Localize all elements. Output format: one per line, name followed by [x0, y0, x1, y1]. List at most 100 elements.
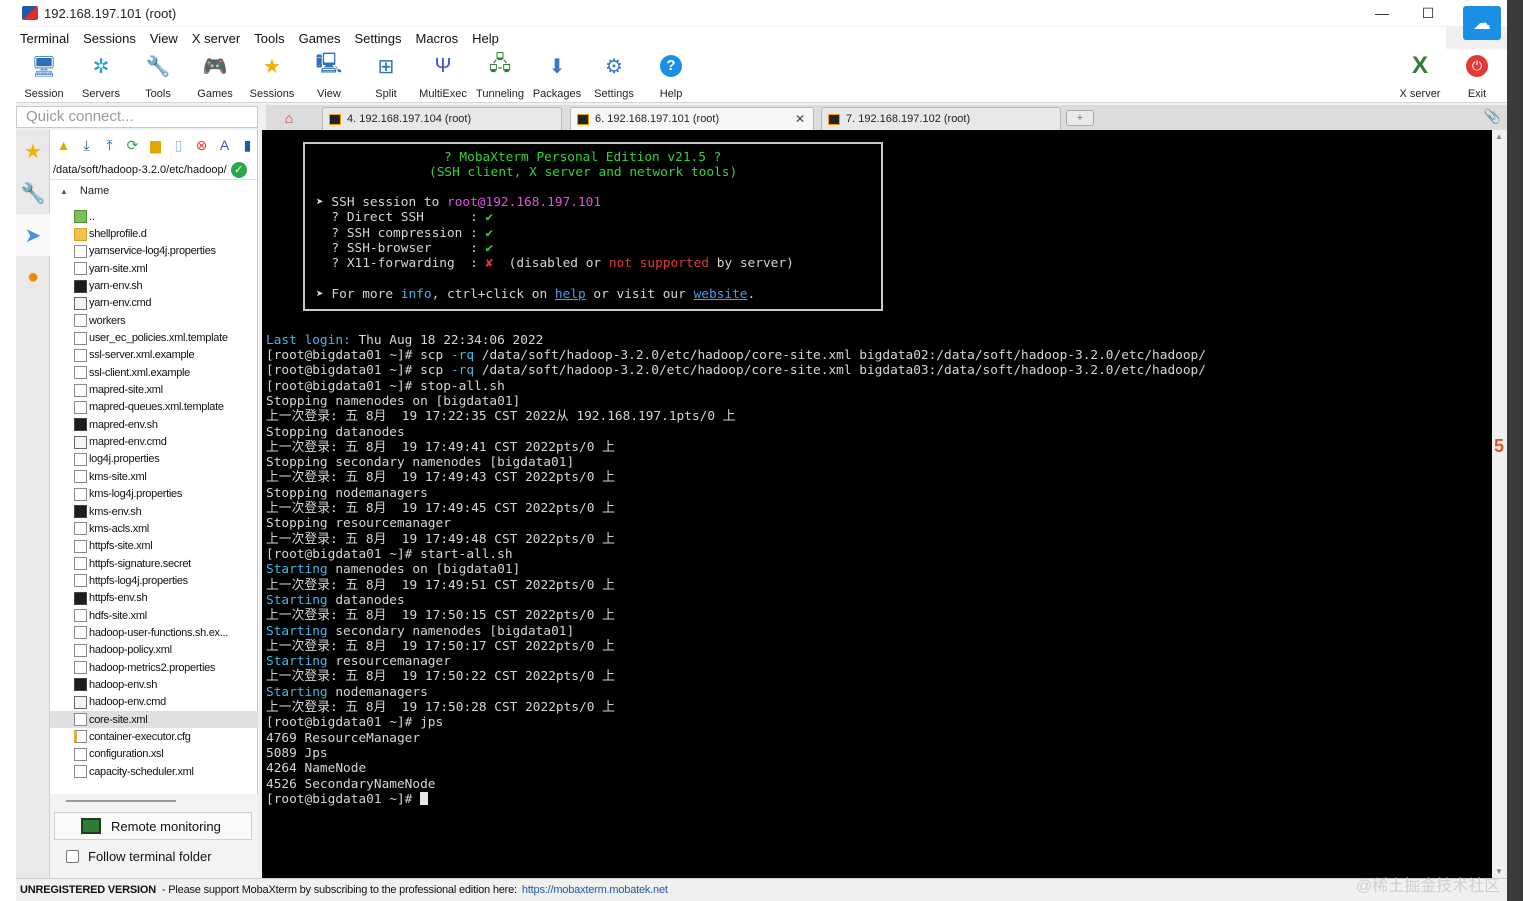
- menu-xserver[interactable]: X server: [185, 31, 247, 46]
- tools-side-icon[interactable]: 🔧: [16, 172, 50, 214]
- file-row[interactable]: httpfs-signature.secret: [50, 555, 258, 572]
- xserver-button[interactable]: X X server: [1392, 51, 1448, 101]
- sftp-path[interactable]: /data/soft/hadoop-3.2.0/etc/hadoop/ ✓: [50, 160, 257, 180]
- file-row[interactable]: core-site.xml: [50, 710, 258, 729]
- website-link[interactable]: website: [694, 287, 748, 302]
- file-row[interactable]: yarn-env.cmd: [50, 295, 258, 312]
- scroll-up-icon[interactable]: ▲: [1495, 132, 1503, 141]
- file-icon: [74, 713, 87, 727]
- tab-session-102[interactable]: 7. 192.168.197.102 (root): [821, 107, 1061, 130]
- paperclip-icon[interactable]: 📎: [1484, 108, 1501, 125]
- tunneling-button[interactable]: 🖧 Tunneling: [472, 51, 528, 101]
- settings-button[interactable]: ⚙ Settings: [586, 51, 642, 101]
- parent-folder-icon[interactable]: ▲: [54, 135, 73, 155]
- permissions-icon[interactable]: ▮: [238, 135, 257, 155]
- tab-session-104[interactable]: 4. 192.168.197.104 (root): [322, 107, 562, 130]
- follow-terminal-folder-checkbox[interactable]: Follow terminal folder: [66, 849, 212, 864]
- file-row[interactable]: log4j.properties: [50, 451, 258, 468]
- file-row[interactable]: httpfs-env.sh: [50, 590, 258, 607]
- file-row[interactable]: kms-log4j.properties: [50, 486, 258, 503]
- split-button[interactable]: ⊞ Split: [358, 51, 414, 101]
- file-row[interactable]: yarnservice-log4j.properties: [50, 243, 258, 260]
- help-button[interactable]: ? Help: [643, 51, 699, 101]
- new-tab-button[interactable]: +: [1066, 110, 1094, 126]
- delete-icon[interactable]: ⊗: [192, 135, 211, 155]
- file-row[interactable]: mapred-env.sh: [50, 416, 258, 433]
- menu-sessions[interactable]: Sessions: [76, 31, 143, 46]
- mobaxterm-link[interactable]: https://mobaxterm.mobatek.net: [522, 884, 668, 896]
- download-icon[interactable]: ⤓: [77, 135, 96, 155]
- file-row[interactable]: workers: [50, 312, 258, 329]
- file-row[interactable]: hadoop-env.cmd: [50, 694, 258, 711]
- file-row[interactable]: hadoop-policy.xml: [50, 642, 258, 659]
- file-row[interactable]: shellprofile.d: [50, 225, 258, 242]
- xserver-icon: X: [1411, 52, 1428, 79]
- home-tab-icon[interactable]: ⌂: [276, 107, 302, 129]
- file-row[interactable]: yarn-env.sh: [50, 277, 258, 294]
- file-row[interactable]: kms-env.sh: [50, 503, 258, 520]
- menu-help[interactable]: Help: [465, 31, 506, 46]
- minimize-button[interactable]: —: [1359, 0, 1405, 26]
- menu-terminal[interactable]: Terminal: [16, 31, 76, 46]
- output-line: 上一次登录: 五 8月 19 17:49:48 CST 2022pts/0 上: [266, 532, 615, 547]
- banner-direct-ssh: ? Direct SSH : ✔: [316, 210, 494, 225]
- file-name: hdfs-site.xml: [89, 609, 147, 622]
- sessions-star-icon[interactable]: ★: [16, 130, 50, 172]
- menu-games[interactable]: Games: [292, 31, 348, 46]
- file-row[interactable]: user_ec_policies.xml.template: [50, 329, 258, 346]
- terminal-scrollbar[interactable]: ▲ ▼: [1492, 130, 1507, 878]
- cloud-sync-icon[interactable]: ☁: [1463, 6, 1501, 40]
- multiexec-button[interactable]: Ψ MultiExec: [415, 51, 471, 101]
- checkbox[interactable]: [66, 850, 79, 863]
- left-edge: [0, 0, 16, 901]
- file-row[interactable]: mapred-queues.xml.template: [50, 399, 258, 416]
- output-line: 4526 SecondaryNameNode: [266, 777, 436, 792]
- file-row[interactable]: hadoop-env.sh: [50, 676, 258, 693]
- file-row[interactable]: hadoop-metrics2.properties: [50, 659, 258, 676]
- file-row[interactable]: kms-site.xml: [50, 468, 258, 485]
- file-row[interactable]: capacity-scheduler.xml: [50, 763, 258, 780]
- macros-side-icon[interactable]: ●: [16, 256, 50, 298]
- menu-settings[interactable]: Settings: [348, 31, 409, 46]
- view-button[interactable]: 🖳 View: [301, 51, 357, 101]
- menu-tools[interactable]: Tools: [247, 31, 291, 46]
- new-file-icon[interactable]: ▯: [169, 135, 188, 155]
- exit-button[interactable]: ⏻ Exit: [1449, 51, 1505, 101]
- session-button[interactable]: 🖥 Session: [16, 51, 72, 101]
- file-row[interactable]: hadoop-user-functions.sh.ex...: [50, 624, 258, 641]
- maximize-button[interactable]: ☐: [1405, 0, 1451, 26]
- file-row[interactable]: ssl-server.xml.example: [50, 347, 258, 364]
- terminal-area[interactable]: ? MobaXterm Personal Edition v21.5 ? (SS…: [262, 130, 1492, 878]
- menu-macros[interactable]: Macros: [408, 31, 465, 46]
- games-button[interactable]: 🎮 Games: [187, 51, 243, 101]
- file-row[interactable]: ..: [50, 208, 258, 225]
- unregistered-label: UNREGISTERED VERSION: [20, 884, 156, 896]
- servers-button[interactable]: ✲ Servers: [73, 51, 129, 101]
- file-row[interactable]: container-executor.cfg: [50, 728, 258, 745]
- file-icon: [74, 348, 87, 362]
- file-row[interactable]: mapred-site.xml: [50, 381, 258, 398]
- quick-connect-input[interactable]: Quick connect...: [16, 106, 258, 128]
- name-column-header[interactable]: ▲ Name: [50, 180, 257, 202]
- file-row[interactable]: httpfs-log4j.properties: [50, 572, 258, 589]
- file-row[interactable]: hdfs-site.xml: [50, 607, 258, 624]
- file-row[interactable]: mapred-env.cmd: [50, 433, 258, 450]
- file-row[interactable]: ssl-client.xml.example: [50, 364, 258, 381]
- refresh-icon[interactable]: ⟳: [123, 135, 142, 155]
- packages-button[interactable]: ⬇ Packages: [529, 51, 585, 101]
- file-row[interactable]: configuration.xsl: [50, 746, 258, 763]
- close-tab-icon[interactable]: ✕: [795, 112, 805, 126]
- menu-view[interactable]: View: [143, 31, 185, 46]
- tab-session-101[interactable]: 6. 192.168.197.101 (root) ✕: [570, 107, 814, 130]
- sftp-side-icon[interactable]: ➤: [16, 214, 50, 256]
- new-folder-icon[interactable]: ▆: [146, 135, 165, 155]
- rename-icon[interactable]: A: [215, 135, 234, 155]
- remote-monitoring-button[interactable]: Remote monitoring: [54, 812, 252, 840]
- help-link[interactable]: help: [555, 287, 586, 302]
- tools-button[interactable]: 🔧 Tools: [130, 51, 186, 101]
- file-row[interactable]: yarn-site.xml: [50, 260, 258, 277]
- upload-icon[interactable]: ⤒: [100, 135, 119, 155]
- sessions-button[interactable]: ★ Sessions: [244, 51, 300, 101]
- file-row[interactable]: kms-acls.xml: [50, 520, 258, 537]
- file-row[interactable]: httpfs-site.xml: [50, 538, 258, 555]
